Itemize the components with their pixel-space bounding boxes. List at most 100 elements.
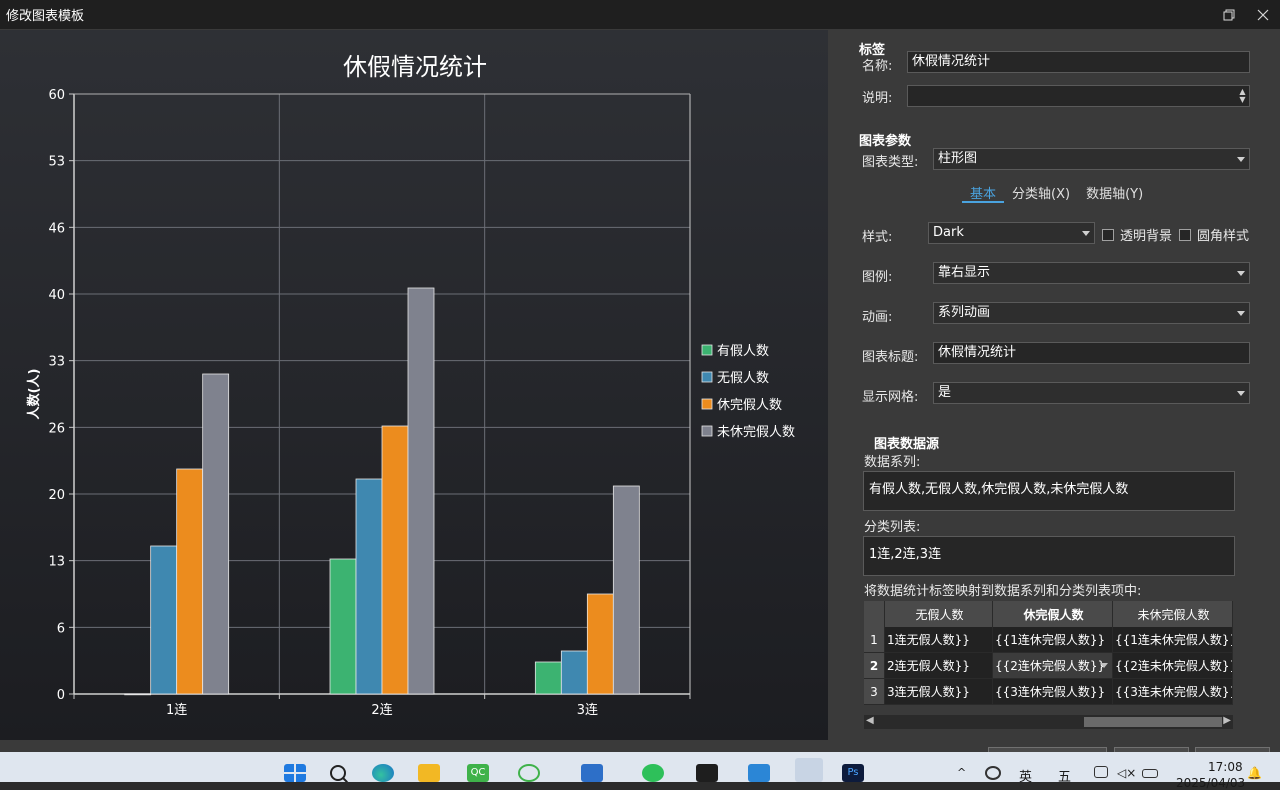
chevron-right-icon[interactable]: ▶ bbox=[1223, 715, 1231, 726]
table-corner[interactable] bbox=[864, 601, 885, 629]
column-header[interactable]: 无假人数 bbox=[885, 601, 993, 629]
style-label: 样式: bbox=[862, 230, 893, 245]
table-row: 2 2连无假人数}} {{2连休完假人数}} {{2连未休完假人数}} bbox=[864, 653, 1233, 679]
search-icon[interactable] bbox=[328, 764, 350, 782]
chart-title-input[interactable]: 休假情况统计 bbox=[933, 342, 1250, 364]
chart-type-select[interactable]: 柱形图 bbox=[933, 148, 1250, 170]
legend-label: 无假人数 bbox=[717, 371, 769, 386]
refresh-icon[interactable] bbox=[985, 766, 1001, 780]
column-header[interactable]: 休完假人数 bbox=[993, 601, 1113, 629]
wechat-icon[interactable] bbox=[642, 764, 664, 782]
table-cell[interactable]: 1连无假人数}} bbox=[885, 627, 993, 653]
close-icon[interactable] bbox=[1246, 0, 1280, 30]
rounded-style-label: 圆角样式 bbox=[1197, 229, 1250, 244]
bar bbox=[534, 661, 562, 695]
ime-mode[interactable]: 五 bbox=[1058, 766, 1071, 785]
x-tick-label: 1连 bbox=[166, 702, 187, 718]
table-row: 3 3连无假人数}} {{3连休完假人数}} {{3连未休完假人数}} bbox=[864, 679, 1233, 705]
grid-select[interactable]: 是 bbox=[933, 382, 1250, 404]
file-explorer-icon[interactable] bbox=[418, 764, 440, 782]
volume-icon[interactable]: ◁× bbox=[1117, 766, 1136, 780]
bar bbox=[202, 373, 230, 695]
bar bbox=[612, 485, 640, 695]
vscode-icon[interactable] bbox=[748, 764, 770, 782]
animation-value: 系列动画 bbox=[938, 305, 991, 320]
photoshop-icon[interactable]: Ps bbox=[842, 764, 864, 782]
column-header[interactable]: 未休完假人数 bbox=[1113, 601, 1233, 629]
restore-icon[interactable] bbox=[1212, 0, 1246, 30]
style-value: Dark bbox=[933, 225, 964, 240]
y-tick-label: 6 bbox=[57, 621, 65, 636]
tab-basic[interactable]: 基本 bbox=[962, 183, 1005, 203]
app-icon[interactable] bbox=[518, 764, 540, 782]
y-tick-label: 46 bbox=[48, 221, 65, 236]
tab-y-axis[interactable]: 数据轴(Y) bbox=[1078, 183, 1151, 203]
table-cell[interactable]: 2连无假人数}} bbox=[885, 653, 993, 679]
edge-browser-icon[interactable] bbox=[372, 764, 394, 782]
horizontal-scrollbar[interactable]: ◀ ▶ bbox=[864, 715, 1233, 729]
name-label: 名称: bbox=[862, 59, 893, 74]
table-header-row: 无假人数 休完假人数 未休完假人数 bbox=[864, 601, 1233, 629]
table-cell[interactable]: {{3连休完假人数}} bbox=[993, 679, 1113, 705]
table-cell-dropdown[interactable]: {{2连休完假人数}} bbox=[993, 653, 1113, 679]
legend-select[interactable]: 靠右显示 bbox=[933, 262, 1250, 284]
source-section-title: 图表数据源 bbox=[874, 437, 940, 452]
table-cell[interactable]: {{1连休完假人数}} bbox=[993, 627, 1113, 653]
chevron-down-icon bbox=[1237, 271, 1245, 276]
chart-title: 休假情况统计 bbox=[343, 53, 487, 81]
legend-swatch bbox=[701, 398, 713, 410]
terminal-icon[interactable] bbox=[696, 764, 718, 782]
chevron-left-icon[interactable]: ◀ bbox=[866, 715, 874, 726]
table-cell[interactable]: {{1连未休完假人数}} bbox=[1113, 627, 1233, 653]
rounded-style-checkbox[interactable]: 圆角样式 bbox=[1179, 225, 1249, 244]
table-cell[interactable]: {{3连未休完假人数}} bbox=[1113, 679, 1233, 705]
chevron-down-icon bbox=[1082, 231, 1090, 236]
bar bbox=[176, 468, 204, 695]
grid-label: 显示网格: bbox=[862, 390, 919, 405]
checkbox-icon bbox=[1179, 228, 1191, 241]
tab-x-axis[interactable]: 分类轴(X) bbox=[1004, 183, 1078, 203]
y-tick-label: 13 bbox=[48, 555, 65, 570]
table-cell[interactable]: 3连无假人数}} bbox=[885, 679, 993, 705]
checkbox-icon bbox=[1102, 228, 1114, 241]
clock-date[interactable]: 2025/04/03 bbox=[1176, 776, 1245, 790]
chart-type-value: 柱形图 bbox=[938, 151, 978, 166]
row-number[interactable]: 2 bbox=[864, 653, 885, 679]
legend-label: 休完假人数 bbox=[717, 398, 782, 413]
transparent-bg-checkbox[interactable]: 透明背景 bbox=[1102, 225, 1172, 244]
bar bbox=[329, 558, 357, 695]
clock-time[interactable]: 17:08 bbox=[1208, 760, 1243, 774]
notepad-icon[interactable] bbox=[581, 764, 603, 782]
ime-language[interactable]: 英 bbox=[1019, 766, 1032, 785]
qt-creator-icon[interactable]: QC bbox=[467, 764, 489, 782]
animation-select[interactable]: 系列动画 bbox=[933, 302, 1250, 324]
chevron-down-icon bbox=[1237, 157, 1245, 162]
spin-icon[interactable]: ▲ ▼ bbox=[1238, 88, 1247, 104]
legend-swatch bbox=[701, 425, 713, 437]
style-select[interactable]: Dark bbox=[928, 222, 1095, 244]
desc-input[interactable]: ▲ ▼ bbox=[907, 85, 1250, 107]
y-tick-label: 33 bbox=[48, 355, 65, 370]
series-textarea[interactable]: 有假人数,无假人数,休完假人数,未休完假人数 bbox=[863, 471, 1235, 511]
row-number[interactable]: 1 bbox=[864, 627, 885, 653]
legend-swatch bbox=[701, 371, 713, 383]
notification-icon[interactable]: 🔔 bbox=[1247, 766, 1262, 780]
name-input[interactable]: 休假情况统计 bbox=[907, 51, 1250, 73]
chevron-down-icon[interactable] bbox=[1100, 663, 1108, 668]
table-cell[interactable]: {{2连未休完假人数}} bbox=[1113, 653, 1233, 679]
bar bbox=[407, 287, 435, 695]
battery-icon[interactable] bbox=[1142, 769, 1158, 778]
chart-type-label: 图表类型: bbox=[862, 155, 919, 170]
row-number[interactable]: 3 bbox=[864, 679, 885, 705]
taskbar: QC Ps ^ 英 五 ◁× 17:08 2025/04/03 🔔 bbox=[0, 752, 1280, 790]
active-app-icon[interactable] bbox=[795, 758, 823, 782]
legend-label: 未休完假人数 bbox=[717, 425, 795, 440]
table-cell-value: {{2连休完假人数}} bbox=[995, 659, 1106, 673]
scrollbar-thumb[interactable] bbox=[1084, 717, 1222, 727]
chevron-up-icon[interactable]: ^ bbox=[957, 766, 966, 779]
bar bbox=[355, 478, 383, 695]
windows-start-icon[interactable] bbox=[284, 764, 306, 782]
category-textarea[interactable]: 1连,2连,3连 bbox=[863, 536, 1235, 576]
network-icon[interactable] bbox=[1094, 766, 1108, 778]
legend-swatch bbox=[701, 344, 713, 356]
